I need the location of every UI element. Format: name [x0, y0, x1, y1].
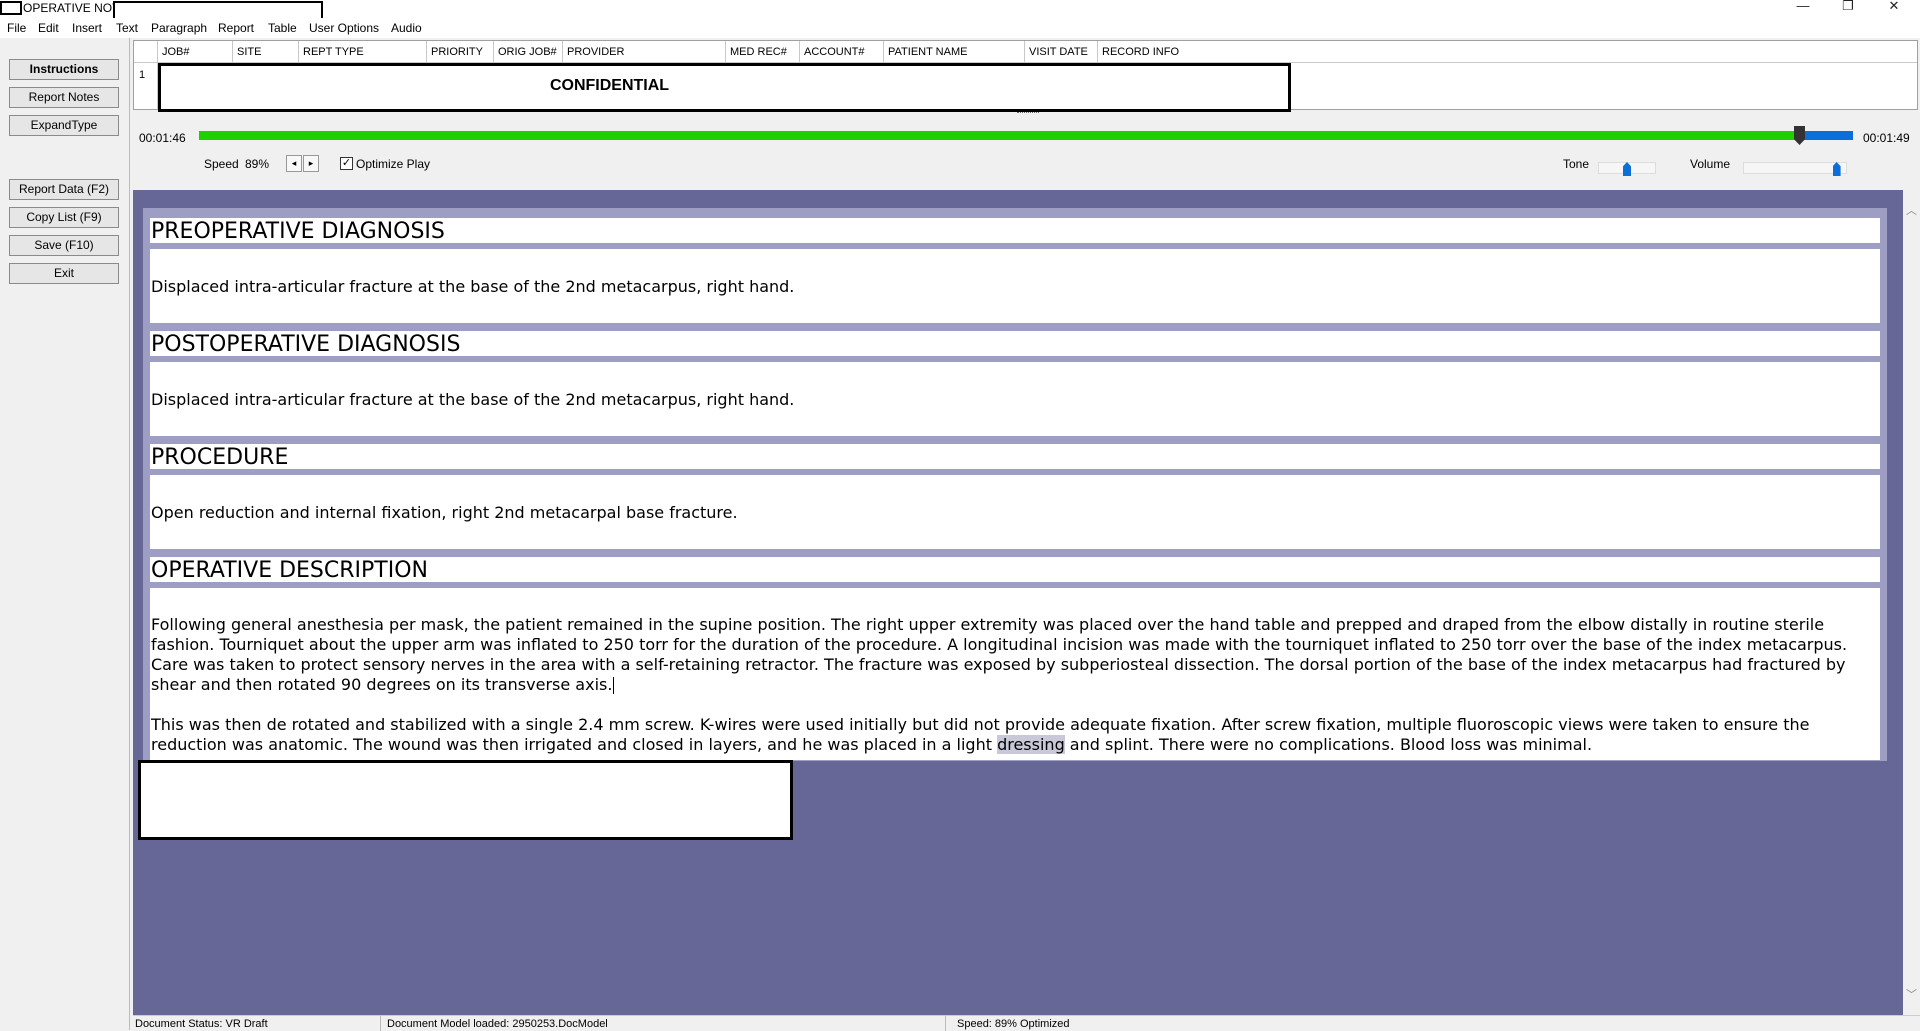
audio-progress-bar[interactable]	[199, 131, 1853, 140]
preoperative-diagnosis-heading[interactable]: PREOPERATIVE DIAGNOSIS	[150, 218, 1880, 246]
app-icon	[0, 1, 22, 15]
title-bar: OPERATIVE NOTE — ❐ ✕	[0, 0, 1920, 21]
scroll-up-icon[interactable]: ︿	[1906, 202, 1917, 218]
close-icon[interactable]: ✕	[1872, 0, 1916, 18]
operative-description-paragraph-2[interactable]: This was then de rotated and stabilized …	[151, 715, 1879, 755]
col-account[interactable]: ACCOUNT#	[800, 41, 884, 63]
col-orig-job[interactable]: ORIG JOB#	[494, 41, 563, 63]
blank-box	[138, 760, 793, 840]
minimize-icon[interactable]: —	[1781, 0, 1825, 18]
total-time: 00:01:49	[1863, 131, 1910, 145]
procedure-heading[interactable]: PROCEDURE	[150, 444, 1880, 472]
document-status: Document Status: VR Draft	[135, 1018, 268, 1030]
preoperative-diagnosis-text[interactable]: Displaced intra-articular fracture at th…	[150, 249, 1880, 323]
procedure-text[interactable]: Open reduction and internal fixation, ri…	[150, 475, 1880, 549]
menu-audio[interactable]: Audio	[391, 20, 422, 36]
speed-label: Speed	[204, 157, 239, 171]
speed-up-icon[interactable]: ▸	[303, 155, 319, 172]
elapsed-time: 00:01:46	[139, 131, 186, 145]
editor-scrollbar[interactable]: ︿ ﹀	[1903, 190, 1920, 1015]
menu-report[interactable]: Report	[218, 20, 254, 36]
document-model: Document Model loaded: 2950253.DocModel	[387, 1018, 608, 1030]
col-rept-type[interactable]: REPT TYPE	[299, 41, 427, 63]
text-cursor	[613, 677, 615, 694]
window-title: OPERATIVE NOTE	[23, 1, 128, 15]
report-data-button[interactable]: Report Data (F2)	[9, 179, 119, 200]
audio-panel	[133, 117, 1918, 187]
save-button[interactable]: Save (F10)	[9, 235, 119, 256]
procedure-paragraph[interactable]: Open reduction and internal fixation, ri…	[151, 503, 1879, 523]
col-job[interactable]: JOB#	[158, 41, 233, 63]
row-number[interactable]: 1	[134, 63, 158, 109]
col-visit-date[interactable]: VISIT DATE	[1025, 41, 1098, 63]
preoperative-diagnosis-paragraph[interactable]: Displaced intra-articular fracture at th…	[151, 277, 1879, 297]
restore-icon[interactable]: ❐	[1826, 0, 1870, 18]
menu-table[interactable]: Table	[268, 20, 297, 36]
grid-corner	[134, 41, 158, 63]
operative-description-heading[interactable]: OPERATIVE DESCRIPTION	[150, 557, 1880, 585]
postoperative-diagnosis-paragraph[interactable]: Displaced intra-articular fracture at th…	[151, 390, 1879, 410]
tone-label: Tone	[1563, 157, 1590, 171]
menu-bar: File Edit Insert Text Paragraph Report T…	[0, 18, 1920, 38]
report-notes-button[interactable]: Report Notes	[9, 87, 119, 108]
menu-file[interactable]: File	[7, 20, 26, 36]
speed-down-icon[interactable]: ◂	[286, 155, 302, 172]
menu-edit[interactable]: Edit	[38, 20, 59, 36]
status-divider	[380, 1016, 381, 1031]
confidential-overlay: CONFIDENTIAL	[158, 63, 1291, 112]
instructions-button[interactable]: Instructions	[9, 59, 119, 80]
operative-description-p1-text[interactable]: Following general anesthesia per mask, t…	[151, 615, 1847, 694]
menu-text[interactable]: Text	[116, 20, 138, 36]
operative-description-p2-end[interactable]: and splint. There were no complications.…	[1065, 735, 1592, 754]
speed-value: 89%	[245, 157, 270, 171]
col-priority[interactable]: PRIORITY	[427, 41, 494, 63]
progress-played	[199, 131, 1800, 140]
operative-description-text[interactable]: Following general anesthesia per mask, t…	[150, 588, 1880, 760]
status-divider	[945, 1016, 946, 1031]
postoperative-diagnosis-heading[interactable]: POSTOPERATIVE DIAGNOSIS	[150, 331, 1880, 359]
col-site[interactable]: SITE	[233, 41, 299, 63]
col-record-info[interactable]: RECORD INFO	[1098, 41, 1917, 63]
status-bar: Document Status: VR Draft Document Model…	[133, 1015, 1920, 1031]
postoperative-diagnosis-text[interactable]: Displaced intra-articular fracture at th…	[150, 362, 1880, 436]
expand-type-button[interactable]: ExpandType	[9, 115, 119, 136]
menu-insert[interactable]: Insert	[72, 20, 102, 36]
operative-description-paragraph-1[interactable]: Following general anesthesia per mask, t…	[151, 615, 1879, 695]
speed-status: Speed: 89% Optimized	[957, 1018, 1070, 1030]
progress-remaining	[1800, 131, 1853, 140]
optimize-play-label: Optimize Play	[356, 157, 431, 171]
optimize-play-checkbox[interactable]: ✓	[340, 157, 353, 170]
copy-list-button[interactable]: Copy List (F9)	[9, 207, 119, 228]
volume-label: Volume	[1690, 157, 1731, 171]
volume-slider[interactable]	[1743, 162, 1847, 174]
exit-button[interactable]: Exit	[9, 263, 119, 284]
col-provider[interactable]: PROVIDER	[563, 41, 726, 63]
scroll-down-icon[interactable]: ﹀	[1906, 986, 1917, 1002]
menu-paragraph[interactable]: Paragraph	[151, 20, 207, 36]
col-med-rec[interactable]: MED REC#	[726, 41, 800, 63]
highlighted-word[interactable]: dressing	[997, 735, 1065, 754]
col-patient-name[interactable]: PATIENT NAME	[884, 41, 1025, 63]
menu-user-options[interactable]: User Options	[309, 20, 379, 36]
